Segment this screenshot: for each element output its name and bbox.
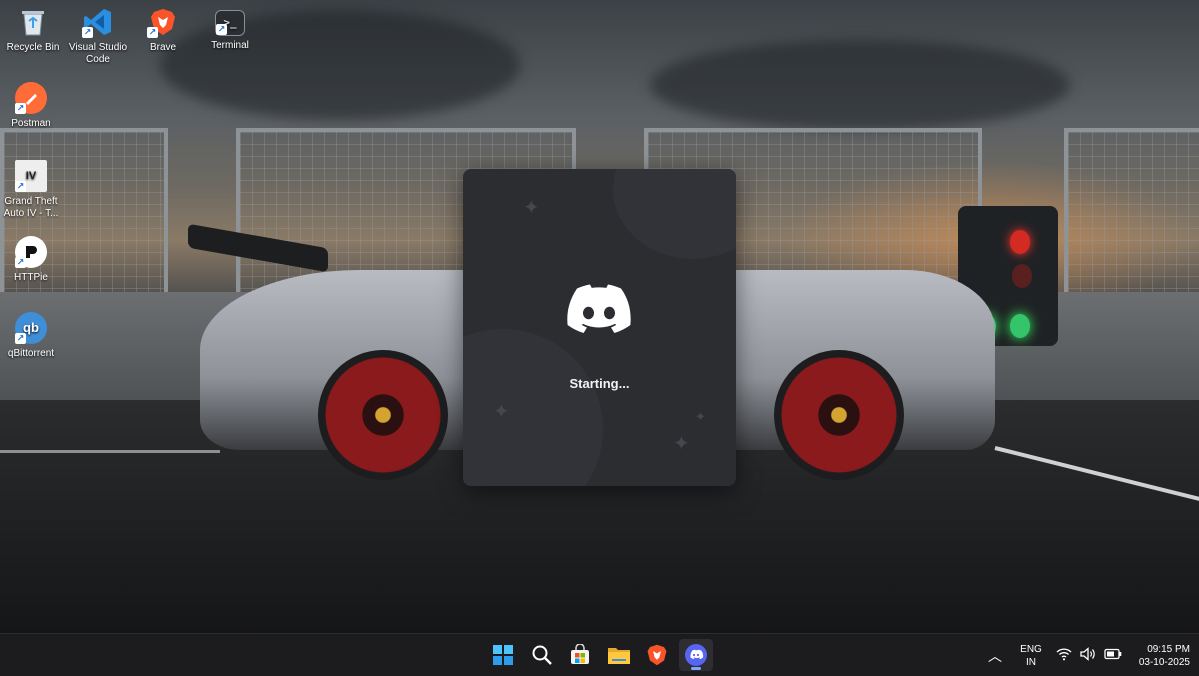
folder-icon <box>608 648 630 664</box>
taskbar: ︿ ENG IN 09:15 PM 03-10-2025 <box>0 633 1199 676</box>
shortcut-arrow-icon: ↗ <box>15 181 26 192</box>
traffic-light-red <box>1010 230 1030 254</box>
desktop-icon-label: qBittorrent <box>7 348 55 359</box>
desktop-wallpaper: Recycle Bin ↗ Visual Studio Code ↗ Brave… <box>0 0 1199 633</box>
sparkle-icon: ✦ <box>523 197 540 219</box>
search-icon <box>532 645 552 665</box>
taskbar-brave-button[interactable] <box>640 639 674 671</box>
wallpaper-road-line <box>0 450 220 453</box>
postman-icon: ↗ <box>15 82 47 114</box>
sparkle-icon: ✦ <box>673 433 690 455</box>
traffic-light-green <box>1010 314 1030 338</box>
splash-decor-blob <box>463 329 603 486</box>
desktop-icon-label: Terminal <box>211 40 249 51</box>
taskbar-discord-button[interactable] <box>679 639 713 671</box>
shortcut-arrow-icon: ↗ <box>15 257 26 268</box>
store-icon <box>571 644 589 664</box>
splash-status-text: Starting... <box>569 376 630 391</box>
desktop-icon-label: Postman <box>11 118 51 129</box>
clock-date: 03-10-2025 <box>1138 657 1190 668</box>
desktop-icon-label: Brave <box>149 42 177 53</box>
brave-icon <box>647 644 667 666</box>
splash-decor-blob <box>613 169 736 259</box>
quick-settings-button[interactable] <box>1056 647 1122 661</box>
shortcut-arrow-icon: ↗ <box>82 27 93 38</box>
gta-iv-icon: IV ↗ <box>15 160 47 192</box>
shortcut-arrow-icon: ↗ <box>15 103 26 114</box>
desktop-icon-httpie[interactable]: ↗ HTTPie <box>0 236 64 284</box>
taskbar-start-button[interactable] <box>486 639 520 671</box>
desktop-icon-brave[interactable]: ↗ Brave <box>130 6 196 54</box>
discord-splash-window: ✦ ✦ ✦ ✦ Starting... <box>463 169 736 486</box>
sparkle-icon: ✦ <box>493 401 510 423</box>
language-code: ENG <box>1020 644 1042 655</box>
desktop-icon-terminal[interactable]: >_ ↗ Terminal <box>197 6 263 52</box>
desktop-icon-qbittorrent[interactable]: qb ↗ qBittorrent <box>0 312 64 360</box>
language-region: IN <box>1026 657 1036 668</box>
wifi-icon <box>1056 648 1072 661</box>
desktop-icon-label: Grand Theft Auto IV - T... <box>3 196 59 219</box>
discord-logo-icon <box>567 284 631 339</box>
terminal-icon: >_ ↗ <box>215 10 245 36</box>
desktop-icon-label: HTTPie <box>14 272 48 283</box>
wallpaper-fence <box>1064 128 1199 297</box>
desktop-icon-label: Visual Studio Code <box>68 42 128 65</box>
clock-time: 09:15 PM <box>1147 644 1190 655</box>
desktop-icon-vscode[interactable]: ↗ Visual Studio Code <box>65 6 131 66</box>
shortcut-arrow-icon: ↗ <box>216 24 227 35</box>
wallpaper-cloud <box>650 40 1070 130</box>
taskbar-search-button[interactable] <box>525 639 559 671</box>
brave-icon: ↗ <box>147 6 179 38</box>
clock[interactable]: 09:15 PM 03-10-2025 <box>1120 643 1190 669</box>
chevron-up-icon[interactable]: ︿ <box>988 646 1002 666</box>
desktop-icon-postman[interactable]: ↗ Postman <box>0 82 64 130</box>
wallpaper-car-wheel <box>318 350 448 480</box>
wallpaper-car-wheel <box>774 350 904 480</box>
taskbar-file-explorer-button[interactable] <box>602 639 636 671</box>
sparkle-icon: ✦ <box>695 409 706 424</box>
volume-icon <box>1080 647 1095 661</box>
httpie-icon: ↗ <box>15 236 47 268</box>
shortcut-arrow-icon: ↗ <box>147 27 158 38</box>
discord-icon <box>685 644 707 666</box>
language-indicator[interactable]: ENG IN <box>1014 643 1048 669</box>
taskbar-store-button[interactable] <box>563 639 597 671</box>
active-app-indicator <box>691 667 701 670</box>
recycle-bin-icon <box>17 6 49 38</box>
qbittorrent-icon: qb ↗ <box>15 312 47 344</box>
windows-start-icon <box>493 645 513 665</box>
traffic-light-off <box>1012 264 1032 288</box>
vscode-icon: ↗ <box>82 6 114 38</box>
desktop-icon-label: Recycle Bin <box>6 42 60 53</box>
desktop-icon-gta-iv[interactable]: IV ↗ Grand Theft Auto IV - T... <box>0 160 64 220</box>
desktop-icon-recycle-bin[interactable]: Recycle Bin <box>0 6 66 54</box>
shortcut-arrow-icon: ↗ <box>15 333 26 344</box>
